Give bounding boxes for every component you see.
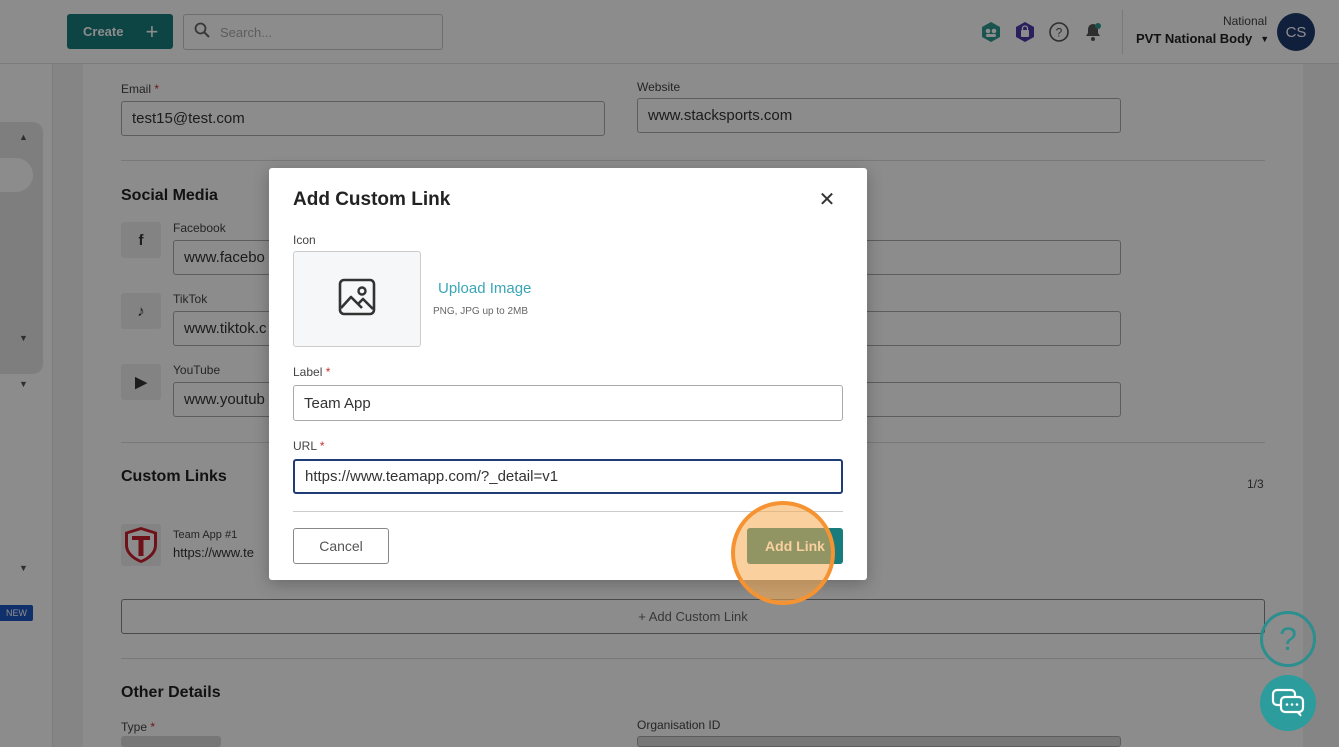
add-custom-link-dialog: Add Custom Link ✕ Icon Upload Image PNG,…	[269, 168, 867, 580]
url-field-label: URL *	[293, 439, 325, 453]
chat-button[interactable]	[1260, 675, 1316, 731]
url-input[interactable]	[293, 459, 843, 494]
image-placeholder-icon	[338, 278, 376, 321]
dialog-title: Add Custom Link	[293, 189, 451, 210]
icon-upload-area[interactable]	[293, 251, 421, 347]
label-field-label: Label *	[293, 365, 331, 379]
divider	[293, 511, 843, 512]
icon-label: Icon	[293, 233, 316, 247]
label-input[interactable]	[293, 385, 843, 421]
chat-icon	[1271, 688, 1305, 717]
close-icon[interactable]: ✕	[818, 189, 836, 211]
cancel-button[interactable]: Cancel	[293, 528, 389, 564]
question-icon: ?	[1279, 622, 1297, 656]
svg-text:?: ?	[1279, 622, 1297, 656]
help-bubble-button[interactable]: ?	[1260, 611, 1316, 667]
upload-hint: PNG, JPG up to 2MB	[433, 306, 529, 317]
upload-image-link[interactable]: Upload Image	[438, 280, 531, 297]
add-link-button[interactable]: Add Link	[747, 528, 843, 564]
